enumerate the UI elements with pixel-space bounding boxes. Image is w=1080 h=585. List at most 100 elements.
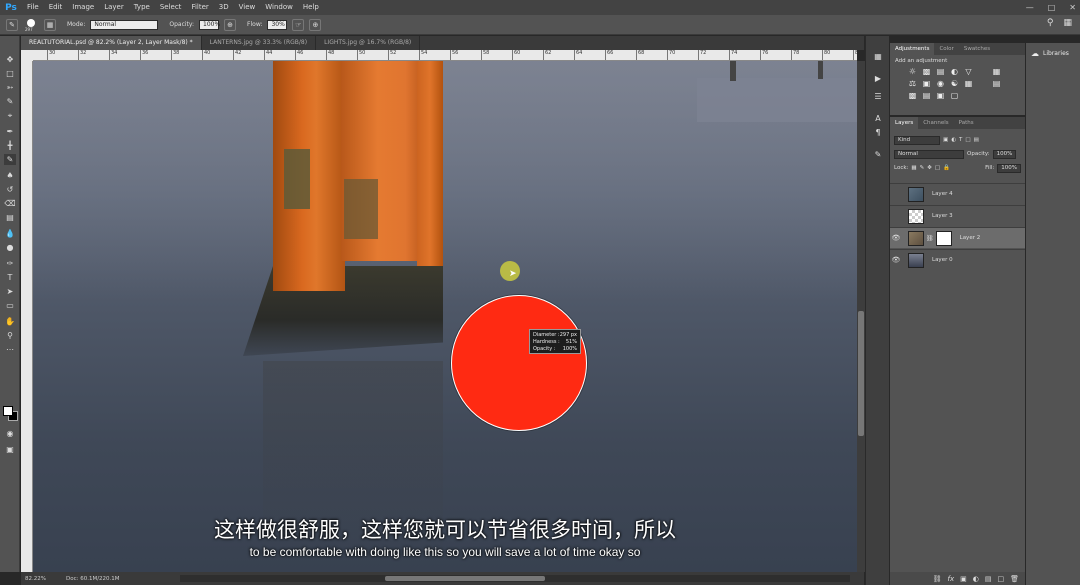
invert-icon[interactable]: ▤ <box>992 79 1001 88</box>
eye-icon[interactable]: 👁 <box>890 234 902 242</box>
quick-select-tool-icon[interactable]: ✎ <box>4 96 16 107</box>
add-mask-icon[interactable]: ▣ <box>960 575 967 583</box>
brightness-icon[interactable]: ☼ <box>908 67 917 76</box>
lock-transparency-icon[interactable]: ▦ <box>911 165 916 171</box>
layer-name[interactable]: Layer 3 <box>932 213 953 219</box>
more-tools-icon[interactable]: ⋯ <box>4 344 16 355</box>
channel-mixer-icon[interactable]: ☯ <box>950 79 959 88</box>
maximize-icon[interactable]: □ <box>1048 3 1056 12</box>
tool-presets-icon[interactable]: ✎ <box>872 148 884 160</box>
layer-name[interactable]: Layer 4 <box>932 191 953 197</box>
exposure-icon[interactable]: ◐ <box>950 67 959 76</box>
layer-mask-thumbnail[interactable] <box>935 230 952 246</box>
photo-filter-icon[interactable]: ◉ <box>936 79 945 88</box>
tab-color[interactable]: Color <box>934 43 958 55</box>
horizontal-scrollbar[interactable] <box>180 575 850 582</box>
move-tool-icon[interactable]: ✥ <box>4 54 16 65</box>
posterize-icon[interactable]: ▩ <box>908 91 917 100</box>
pixel-filter-icon[interactable]: ▣ <box>943 137 948 143</box>
brush-preset-picker[interactable]: 297 <box>23 17 39 33</box>
brush-tool-icon[interactable]: ✎ <box>4 154 16 165</box>
link-icon[interactable]: ⛓ <box>926 235 934 242</box>
menu-filter[interactable]: Filter <box>186 0 213 15</box>
path-select-tool-icon[interactable]: ➤ <box>4 286 16 297</box>
adjustment-filter-icon[interactable]: ◐ <box>951 137 956 143</box>
fill-field[interactable]: 100% <box>997 163 1021 173</box>
menu-help[interactable]: Help <box>298 0 324 15</box>
zoom-tool-icon[interactable]: ⚲ <box>4 330 16 341</box>
tab-adjustments[interactable]: Adjustments <box>890 43 935 55</box>
menu-edit[interactable]: Edit <box>44 0 68 15</box>
flow-field[interactable]: 30% <box>267 19 288 30</box>
new-adjustment-icon[interactable]: ◐ <box>973 575 979 583</box>
menu-type[interactable]: Type <box>129 0 155 15</box>
close-icon[interactable]: ✕ <box>1069 3 1076 12</box>
lasso-tool-icon[interactable]: ➳ <box>4 82 16 93</box>
menu-view[interactable]: View <box>234 0 261 15</box>
workspace-icon[interactable]: ▦ <box>1063 18 1072 28</box>
smart-filter-icon[interactable]: ▤ <box>974 137 979 143</box>
healing-brush-tool-icon[interactable]: ╋ <box>4 140 16 151</box>
search-icon[interactable]: ⚲ <box>1047 18 1054 28</box>
color-lookup-icon[interactable]: ▦ <box>964 79 973 88</box>
eraser-tool-icon[interactable]: ⌫ <box>4 198 16 209</box>
trash-icon[interactable]: 🗑 <box>1010 575 1019 583</box>
lock-all-icon[interactable]: 🔒 <box>943 165 950 171</box>
mode-select[interactable]: Normal <box>90 19 159 30</box>
airbrush-icon[interactable]: ☞ <box>292 18 305 31</box>
type-filter-icon[interactable]: T <box>959 137 962 143</box>
layer-name[interactable]: Layer 0 <box>932 257 953 263</box>
quick-mask-icon[interactable]: ◉ <box>4 428 16 439</box>
type-tool-icon[interactable]: T <box>4 272 16 283</box>
layer-name[interactable]: Layer 2 <box>960 235 981 241</box>
minimize-icon[interactable]: — <box>1026 3 1034 12</box>
vertical-scroll-thumb[interactable] <box>858 311 864 436</box>
dodge-tool-icon[interactable]: ● <box>4 242 16 253</box>
eyedropper-tool-icon[interactable]: ✒ <box>4 126 16 137</box>
link-layers-icon[interactable]: ⛓ <box>933 575 942 583</box>
ruler-horizontal[interactable]: 30 32 34 36 38 40 42 44 46 48 50 52 54 56 58 60 62 64 66 68… <box>33 50 857 61</box>
pen-tool-icon[interactable]: ✑ <box>4 258 16 269</box>
actions-panel-icon[interactable]: ▶ <box>872 72 884 84</box>
eye-icon[interactable]: 👁 <box>890 256 902 264</box>
layer-opacity-field[interactable]: 100% <box>992 149 1017 159</box>
threshold-icon[interactable]: ▤ <box>922 91 931 100</box>
hand-tool-icon[interactable]: ✋ <box>4 316 16 327</box>
layer-row-layer-4[interactable]: Layer 4 <box>890 183 1025 204</box>
foreground-color-swatch[interactable] <box>3 406 13 416</box>
paragraph-panel-icon[interactable]: ¶ <box>872 126 884 138</box>
menu-window[interactable]: Window <box>260 0 298 15</box>
layer-row-layer-2[interactable]: 👁 ⛓ Layer 2 <box>890 227 1025 248</box>
history-brush-tool-icon[interactable]: ↺ <box>4 184 16 195</box>
opacity-field[interactable]: 100% <box>199 19 220 30</box>
tab-channels[interactable]: Channels <box>918 117 953 129</box>
new-group-icon[interactable]: ▤ <box>985 575 992 583</box>
tab-paths[interactable]: Paths <box>954 117 979 129</box>
pressure-size-icon[interactable]: ⊕ <box>309 18 322 31</box>
fx-icon[interactable]: fx <box>948 575 955 583</box>
menu-select[interactable]: Select <box>155 0 187 15</box>
levels-icon[interactable]: ▩ <box>922 67 931 76</box>
crop-tool-icon[interactable]: ⌖ <box>4 110 16 121</box>
pressure-opacity-icon[interactable]: ⊕ <box>224 18 237 31</box>
lock-position-icon[interactable]: ✥ <box>927 165 932 171</box>
gradient-map-icon[interactable]: ▢ <box>950 91 959 100</box>
zoom-level[interactable]: 82.22% <box>25 576 46 582</box>
clone-stamp-tool-icon[interactable]: ♠ <box>4 170 16 181</box>
tab-lanterns[interactable]: LANTERNS.jpg @ 33.3% (RGB/8) <box>202 36 317 50</box>
color-balance-icon[interactable]: ⚖ <box>908 79 917 88</box>
tab-layers[interactable]: Layers <box>890 117 919 129</box>
menu-3d[interactable]: 3D <box>214 0 234 15</box>
curves-icon[interactable]: ▤ <box>936 67 945 76</box>
gradient-tool-icon[interactable]: ▤ <box>4 212 16 223</box>
lock-artboard-icon[interactable]: □ <box>935 165 940 171</box>
tab-realtutorial[interactable]: REALTUTORIAL.psd @ 82.2% (Layer 2, Layer… <box>21 36 202 50</box>
vibrance-icon[interactable]: ▽ <box>964 67 973 76</box>
vertical-scrollbar[interactable] <box>857 61 865 572</box>
blend-mode-select[interactable]: Normal <box>894 149 964 159</box>
selective-color-icon[interactable]: ▣ <box>936 91 945 100</box>
rectangle-tool-icon[interactable]: ▭ <box>4 300 16 311</box>
tab-swatches[interactable]: Swatches <box>959 43 995 55</box>
horizontal-scroll-thumb[interactable] <box>385 576 545 581</box>
lock-pixels-icon[interactable]: ✎ <box>920 165 925 171</box>
